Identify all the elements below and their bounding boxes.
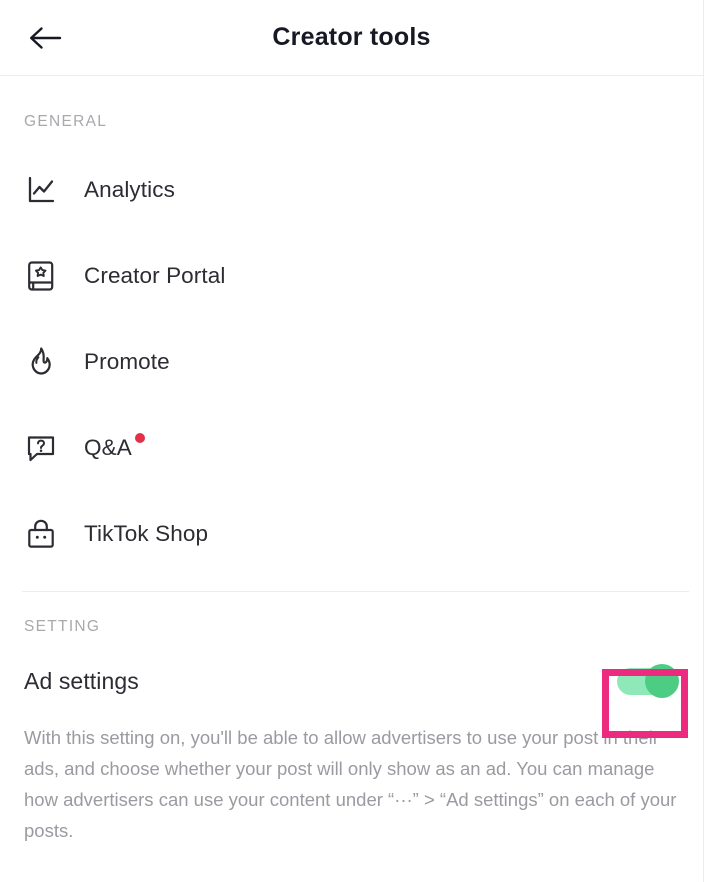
ad-settings-description: With this setting on, you'll be able to … [24, 727, 677, 841]
back-button[interactable] [18, 16, 72, 60]
flame-icon [24, 345, 58, 379]
book-portal-icon [24, 259, 58, 293]
arrow-left-icon [28, 24, 62, 52]
analytics-chart-icon [24, 173, 58, 207]
section-label-general: GENERAL [24, 113, 108, 130]
list-item-label: TikTok Shop [84, 521, 209, 546]
ad-settings-toggle[interactable] [617, 664, 679, 698]
page-title: Creator tools [272, 23, 431, 51]
section-label-setting: SETTING [24, 618, 101, 635]
shopping-bag-icon [24, 517, 58, 551]
setting-section: SETTING Ad settings With this setting on… [0, 592, 703, 846]
list-item-label-wrap: Analytics [84, 177, 175, 203]
list-item-analytics[interactable]: Analytics [0, 147, 703, 233]
general-section: GENERAL Analytics Creator Portal Promote… [0, 76, 703, 577]
question-bubble-icon [24, 431, 58, 465]
list-item-creator-portal[interactable]: Creator Portal [0, 233, 703, 319]
list-item-label-wrap: TikTok Shop [84, 521, 208, 547]
list-item-tiktok-shop[interactable]: TikTok Shop [0, 491, 703, 577]
list-item-promote[interactable]: Promote [0, 319, 703, 405]
list-item-qa[interactable]: Q&A [0, 405, 703, 491]
list-item-label: Creator Portal [84, 263, 226, 288]
toggle-knob [645, 664, 679, 698]
general-list: Analytics Creator Portal Promote Q&A Tik… [0, 131, 703, 577]
list-item-label-wrap: Q&A [84, 433, 145, 461]
page-header: Creator tools [0, 0, 703, 76]
creator-tools-screen: Creator tools GENERAL Analytics Creator … [0, 0, 704, 882]
ad-settings-row[interactable]: Ad settings [0, 648, 703, 714]
notification-badge-dot [134, 433, 145, 443]
ad-settings-title: Ad settings [24, 667, 139, 694]
list-item-label-wrap: Creator Portal [84, 263, 225, 289]
list-item-label-wrap: Promote [84, 349, 170, 375]
list-item-label: Analytics [84, 177, 175, 202]
list-item-label: Q&A [84, 435, 132, 460]
list-item-label: Promote [84, 349, 170, 374]
